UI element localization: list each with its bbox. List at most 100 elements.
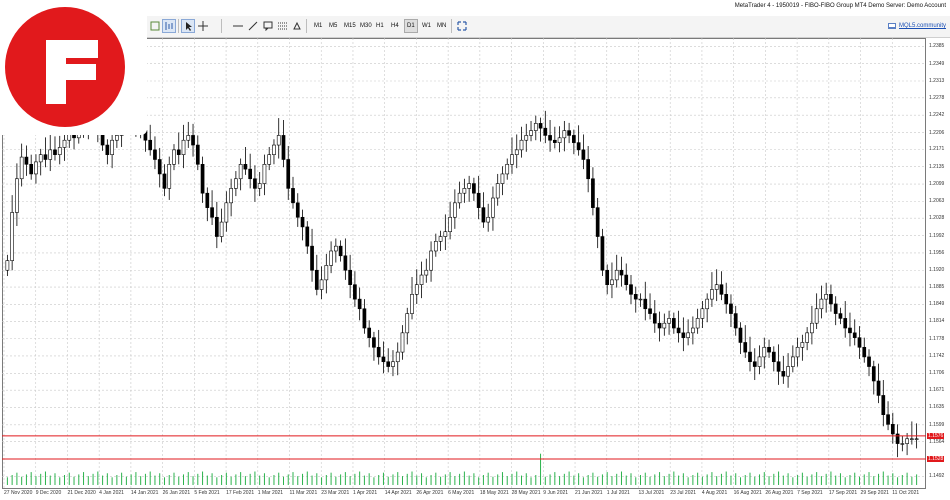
price-tick-label: 1.1564 [929,438,945,445]
cursor-icon[interactable] [181,19,195,33]
trendline-icon[interactable] [246,19,260,33]
price-tick-label: 1.2385 [929,43,945,50]
candle [319,266,324,300]
candle [357,287,362,321]
candle [195,135,200,171]
chart-type-icon[interactable] [148,19,162,33]
candle [510,137,514,174]
candle [900,435,905,452]
candle [200,156,205,203]
shapes-icon[interactable] [290,19,304,33]
price-tick-label: 1.1992 [929,232,945,239]
timeframe-m15[interactable]: M15 [342,19,358,33]
timeframe-m1[interactable]: M1 [312,19,324,33]
candle [895,424,900,458]
candle [310,228,314,282]
time-tick-label: 4 Jan 2021 [99,490,124,496]
candle [410,276,414,320]
candle [424,258,429,283]
candle [57,135,62,165]
candle [62,130,67,161]
price-tick-label: 1.1492 [929,473,945,480]
candle [162,164,167,197]
candle [53,136,57,161]
candle [748,336,752,372]
time-tick-label: 26 Apr 2021 [416,490,444,496]
candle [843,301,848,338]
time-tick-label: 4 Aug 2021 [701,490,728,496]
candle [586,146,590,193]
candle [324,253,329,294]
candle [348,254,352,299]
timeframe-m5[interactable]: M5 [327,19,339,33]
fullscreen-icon[interactable] [455,19,469,33]
timeframe-h4[interactable]: H4 [389,19,401,33]
timeframe-d1[interactable]: D1 [404,19,418,33]
timeframe-h1[interactable]: H1 [374,19,386,33]
autoscroll-icon[interactable] [162,19,176,33]
candle [633,286,638,313]
price-tick-label: 1.1920 [929,267,945,274]
candle [681,317,686,352]
candle [614,254,619,288]
time-tick-label: 14 Apr 2021 [384,490,412,496]
price-tick-label: 1.2135 [929,163,945,170]
horizontal-line-icon[interactable] [231,19,245,33]
candle [738,322,743,355]
candle [305,221,310,254]
time-tick-label: 11 Oct 2021 [892,490,920,496]
price-tick-label: 1.2242 [929,112,945,119]
candle [567,122,571,144]
timeframe-m30[interactable]: M30 [358,19,374,33]
candle [776,344,781,385]
candle [700,301,705,329]
candle [629,275,633,304]
timeframe-mn[interactable]: MN [435,19,448,33]
candle [457,181,462,209]
time-tick-label: 27 Nov 2020 [4,490,33,496]
candle [519,126,524,158]
candle [505,158,510,180]
toolbar-separator [306,19,307,33]
candle [591,167,595,216]
candle [276,118,281,159]
candle [595,198,600,249]
candle [353,271,357,307]
candle [871,360,876,395]
candle [243,146,248,175]
candle [529,120,533,142]
mql5-community-link[interactable]: MQL5.community [887,22,946,30]
candle [610,262,614,299]
fibonacci-icon[interactable] [276,19,290,33]
candle [448,201,452,240]
time-tick-label: 21 Dec 2020 [67,490,96,496]
candle [338,240,343,262]
price-tick-label: 1.1635 [929,404,945,411]
timeframe-w1[interactable]: W1 [420,19,433,33]
candle [876,363,881,404]
toolbar-separator [221,19,222,33]
candle [619,256,624,287]
candle [172,144,176,171]
candle [795,337,800,367]
candle [467,175,471,202]
candle [219,208,224,243]
candle [272,139,276,165]
candle [719,271,724,301]
brand-logo [0,0,147,135]
candle [429,241,433,282]
crosshair-icon[interactable] [196,19,210,33]
candle [181,124,186,169]
price-tick-label: 1.2206 [929,129,945,136]
text-label-icon[interactable] [261,19,275,33]
candle [671,312,676,334]
candle [433,233,438,257]
candle [343,238,348,280]
candle [262,154,267,196]
price-tick-label: 1.1885 [929,284,945,291]
candle [214,201,219,249]
time-tick-label: 21 Jun 2021 [575,490,603,496]
candle [538,117,543,142]
candle [334,238,338,263]
candle [767,339,771,358]
